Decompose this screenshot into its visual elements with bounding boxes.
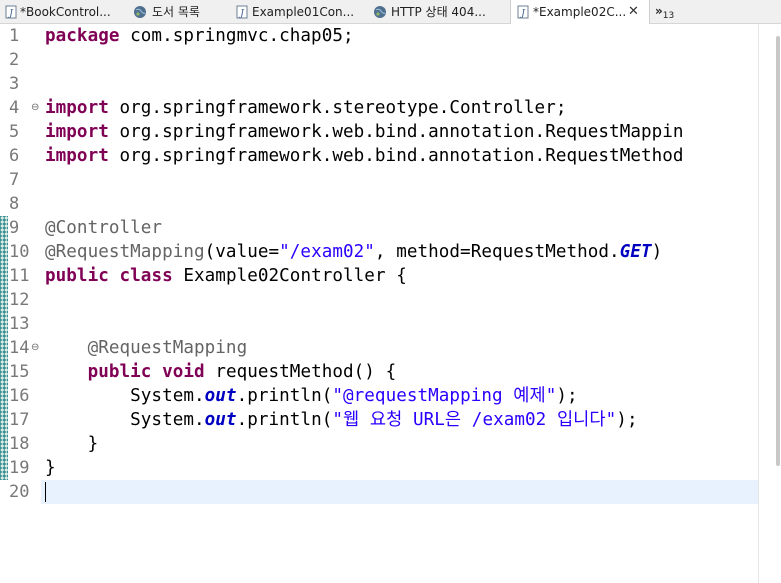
tab-example02controller[interactable]: J *Example02C... ✕ — [510, 0, 650, 25]
line-number: 2 — [9, 50, 20, 70]
code-token: void — [162, 362, 205, 382]
code-token: .println( — [236, 410, 333, 430]
line-number: 16 — [9, 386, 30, 406]
code-token: import — [45, 146, 109, 166]
line-number: 12 — [9, 290, 30, 310]
code-token: "웹 요청 URL은 /exam02 입니다" — [332, 410, 617, 430]
tab-label: 도서 목록 — [152, 5, 200, 19]
line-number: 18 — [9, 434, 30, 454]
editor-tab-bar: J *BookControl... 도서 목록 J Example01Con..… — [0, 0, 781, 25]
code-line[interactable]: } — [45, 432, 99, 456]
code-token: @Controller — [45, 218, 163, 238]
line-number: 20 — [9, 482, 30, 502]
code-token: requestMethod() { — [204, 362, 397, 382]
tab-label: *Example02C... — [533, 5, 627, 19]
code-line[interactable]: public void requestMethod() { — [45, 360, 397, 384]
code-token: System. — [45, 386, 205, 406]
code-token: ); — [556, 386, 578, 406]
text-caret — [45, 482, 46, 502]
code-token: ); — [616, 410, 638, 430]
close-icon[interactable]: ✕ — [628, 0, 639, 24]
tab-book-list[interactable]: 도서 목록 — [127, 0, 227, 24]
code-token: "/exam02" — [279, 242, 375, 262]
code-token: ) — [651, 242, 663, 262]
line-number: 17 — [9, 410, 30, 430]
code-token: GET — [619, 242, 652, 262]
code-token: org.springframework.web.bind.annotation.… — [108, 146, 684, 166]
tab-label: HTTP 상태 404... — [391, 5, 486, 19]
code-token: org.springframework.web.bind.annotation.… — [108, 122, 684, 142]
line-number: 6 — [9, 146, 20, 166]
code-token: out — [204, 386, 237, 406]
code-token: @RequestMapping — [45, 242, 205, 262]
overflow-count: 13 — [662, 11, 675, 21]
globe-icon — [374, 6, 386, 18]
code-token: com.springmvc.chap05; — [119, 26, 354, 46]
code-token: out — [204, 410, 237, 430]
line-number: 10 — [9, 242, 30, 262]
line-number: 4 — [9, 98, 20, 118]
java-file-icon: J — [5, 5, 17, 19]
code-token: public — [87, 362, 152, 382]
code-line[interactable]: @RequestMapping — [45, 336, 248, 360]
tab-label: *BookControl... — [20, 5, 111, 19]
globe-icon — [134, 6, 146, 18]
code-token: , method=RequestMethod. — [374, 242, 620, 262]
code-token: (value= — [204, 242, 280, 262]
line-number: 19 — [9, 458, 30, 478]
current-line-highlight — [41, 480, 758, 504]
line-number: 5 — [9, 122, 20, 142]
line-number: 9 — [9, 218, 20, 238]
tab-label: Example01Con... — [252, 5, 355, 19]
code-token: .println( — [236, 386, 333, 406]
line-number: 3 — [9, 74, 20, 94]
code-token: import — [45, 98, 109, 118]
code-token: public — [45, 266, 109, 286]
fold-toggle-icon[interactable]: ⊖ — [31, 96, 39, 120]
code-line[interactable]: import org.springframework.web.bind.anno… — [45, 120, 684, 144]
line-number: 1 — [9, 26, 20, 46]
tab-overflow-button[interactable]: »13 — [655, 0, 674, 24]
code-token: Example02Controller { — [172, 266, 407, 286]
line-number: 7 — [9, 170, 20, 190]
vertical-scrollbar[interactable] — [776, 36, 780, 466]
code-token: class — [119, 266, 173, 286]
tab-http-404[interactable]: HTTP 상태 404... — [367, 0, 507, 24]
fold-toggle-icon[interactable]: ⊖ — [31, 336, 39, 360]
code-line[interactable]: import org.springframework.web.bind.anno… — [45, 144, 684, 168]
code-line[interactable]: System.out.println("웹 요청 URL은 /exam02 입니… — [45, 408, 638, 432]
java-file-icon: J — [517, 5, 529, 19]
code-token: "@requestMapping 예제" — [332, 386, 557, 406]
line-number: 14 — [9, 338, 30, 358]
line-number: 8 — [9, 194, 20, 214]
line-number: 13 — [9, 314, 30, 334]
java-file-icon: J — [236, 5, 248, 19]
line-number: 15 — [9, 362, 30, 382]
tab-example01controller[interactable]: J Example01Con... — [230, 0, 364, 24]
line-number: 11 — [9, 266, 30, 286]
code-line[interactable]: } — [45, 456, 56, 480]
code-line[interactable]: import org.springframework.stereotype.Co… — [45, 96, 566, 120]
code-line[interactable]: package com.springmvc.chap05; — [45, 24, 354, 48]
quick-diff-change-bar — [0, 216, 8, 480]
code-line[interactable]: public class Example02Controller { — [45, 264, 407, 288]
code-editor[interactable]: 1 package com.springmvc.chap05; 2 3 4 ⊖ import… — [0, 24, 781, 583]
code-line[interactable]: @Controller — [45, 216, 162, 240]
chevron-double-right-icon: » — [655, 4, 663, 18]
code-token: System. — [45, 410, 205, 430]
tab-bookcontroller[interactable]: J *BookControl... — [0, 0, 124, 24]
code-line[interactable]: @RequestMapping(value="/exam02", method=… — [45, 240, 662, 264]
code-token: } — [45, 458, 56, 478]
code-token: package — [45, 26, 120, 46]
code-token: } — [45, 434, 99, 454]
code-token: import — [45, 122, 109, 142]
code-token: @RequestMapping — [87, 338, 248, 358]
code-line[interactable]: System.out.println("@requestMapping 예제")… — [45, 384, 578, 408]
code-token: org.springframework.stereotype.Controlle… — [108, 98, 567, 118]
